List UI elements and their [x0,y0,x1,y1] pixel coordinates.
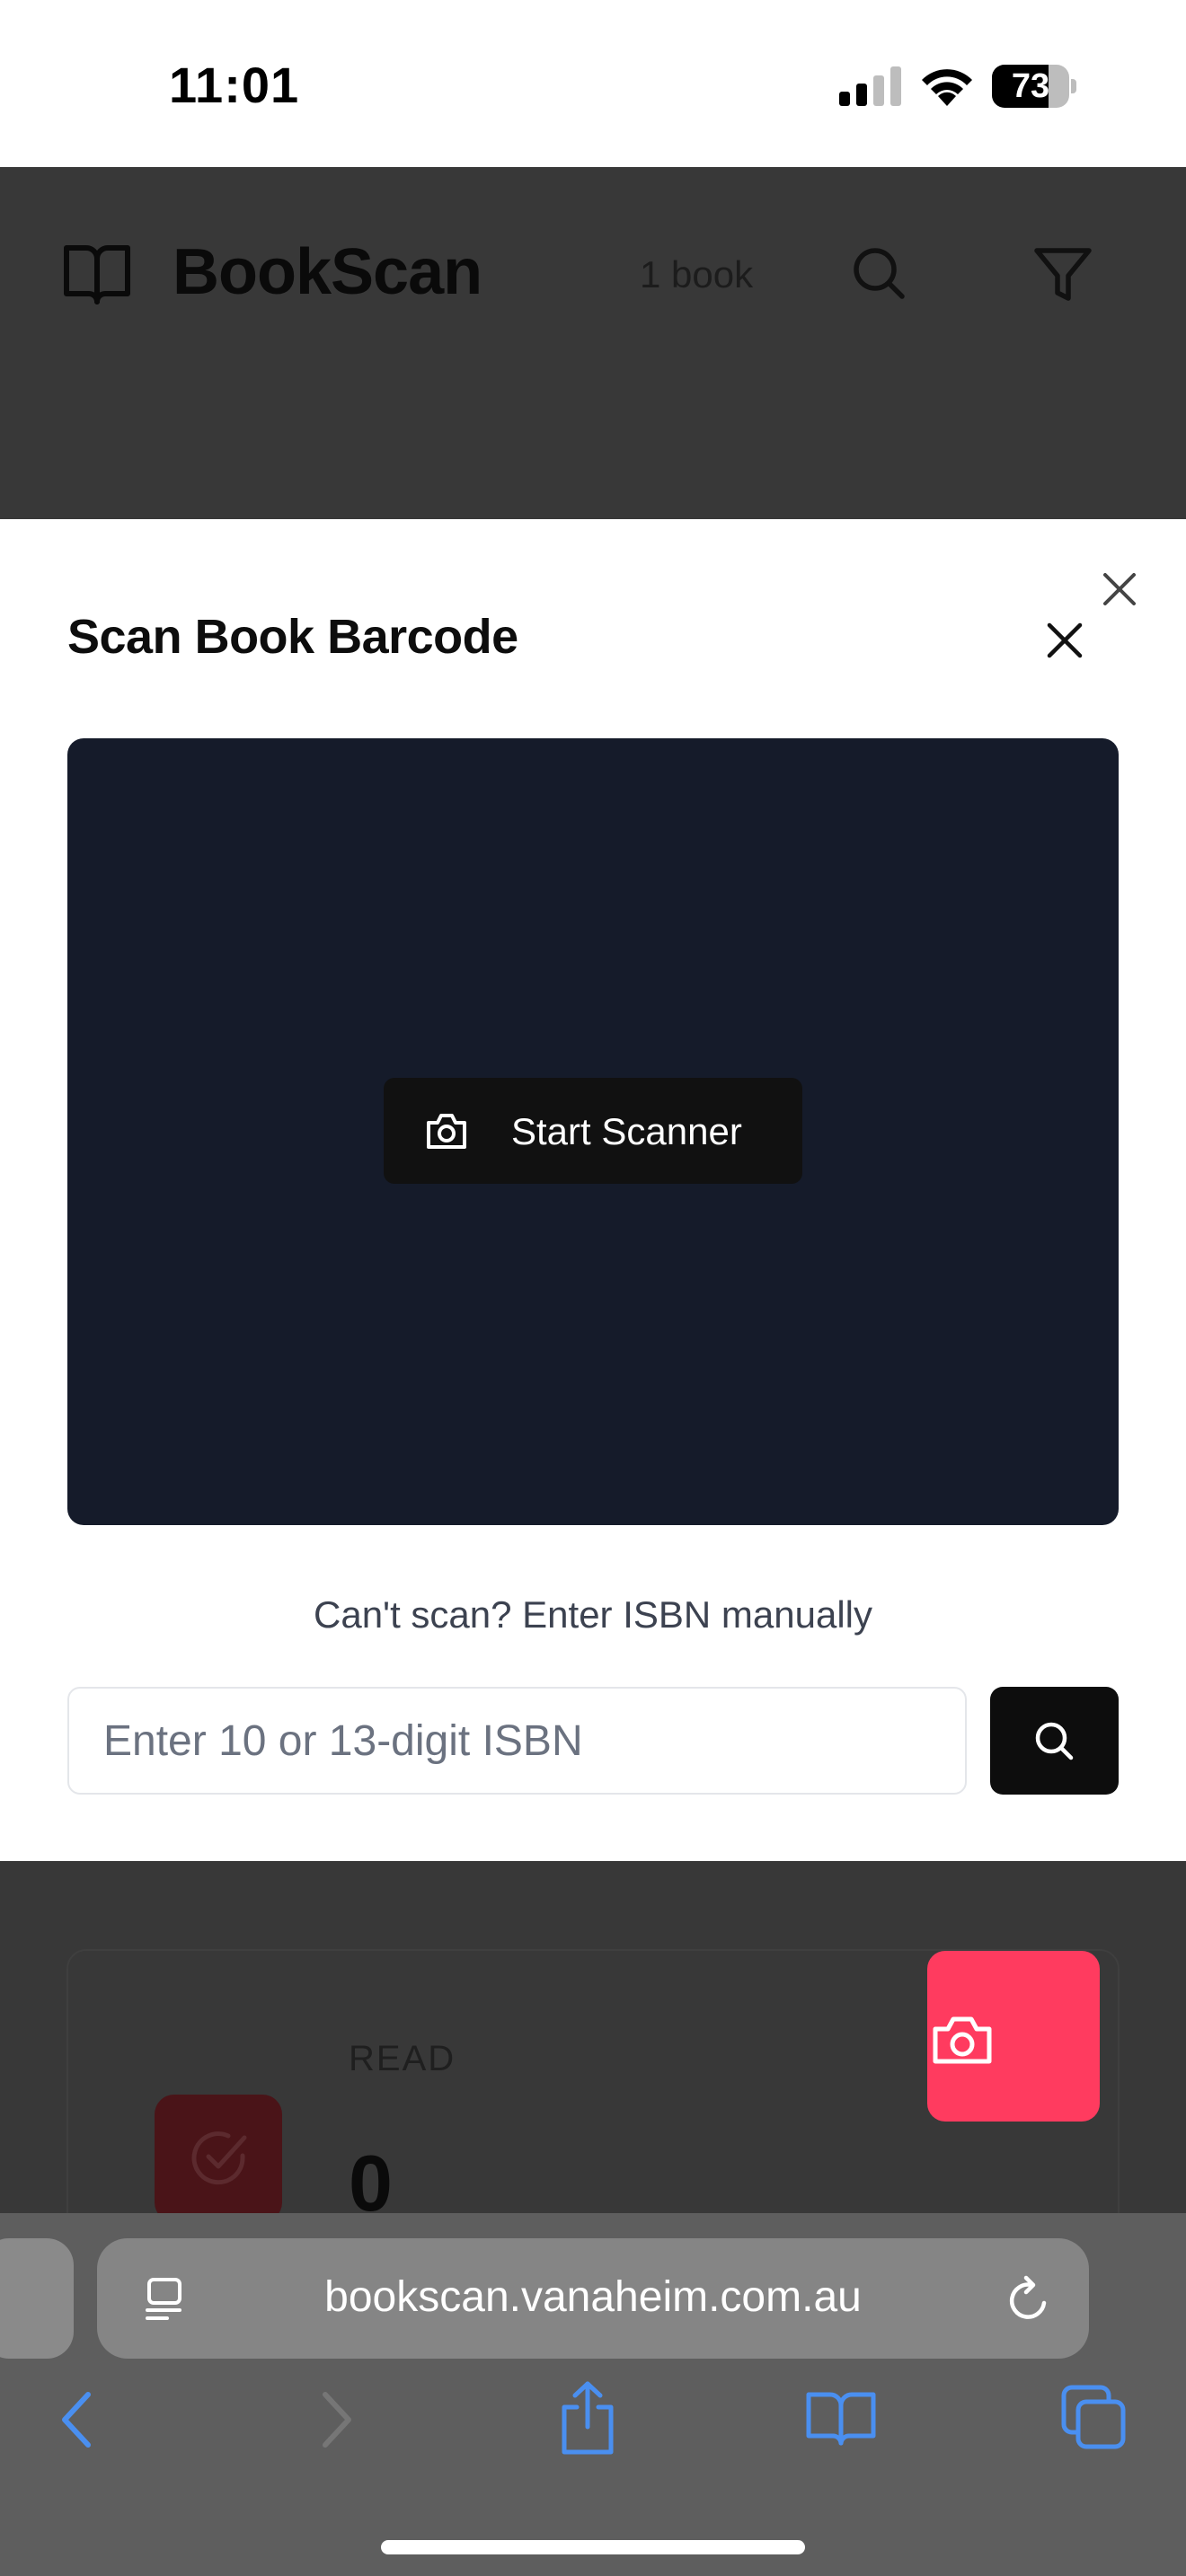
modal-title: Scan Book Barcode [67,610,518,664]
battery-body: 73 [992,65,1069,108]
url-text: bookscan.vanaheim.com.au [324,2273,862,2321]
battery-percent: 73 [1011,67,1050,105]
status-time: 11:01 [169,57,300,113]
battery-cap [1071,79,1076,93]
search-icon [1035,1722,1074,1760]
stat-read-icon-box [155,2095,282,2222]
browser-toolbar: bookscan.vanaheim.com.au [0,2213,1186,2576]
scan-modal: Scan Book Barcode Start Scanner Can't sc… [0,519,1186,1861]
address-bar[interactable]: bookscan.vanaheim.com.au [97,2238,1089,2359]
wifi-icon [922,69,972,106]
isbn-search-button[interactable] [990,1687,1119,1795]
check-circle-icon [191,2131,247,2185]
home-indicator [381,2540,805,2554]
stat-read-label: READ [349,2039,456,2078]
back-icon[interactable] [56,2387,99,2452]
start-scanner-label: Start Scanner [511,1110,742,1152]
close-icon[interactable] [1100,569,1139,609]
status-bar: 11:01 73 [0,0,1186,167]
book-open-icon [64,245,130,304]
previous-tab-peek[interactable] [0,2238,74,2359]
battery-icon: 73 [992,65,1076,108]
cellular-signal-icon [839,66,901,106]
search-icon[interactable] [850,244,907,302]
share-icon[interactable] [557,2380,618,2456]
start-scanner-button[interactable]: Start Scanner [384,1078,802,1184]
app-header [0,167,1186,519]
manual-entry-label: Can't scan? Enter ISBN manually [314,1593,872,1636]
reload-icon[interactable] [1005,2272,1055,2325]
camera-icon [933,2016,992,2064]
bookmarks-icon[interactable] [805,2389,877,2447]
isbn-input[interactable] [67,1687,967,1795]
scan-fab-button[interactable] [927,1951,1100,2122]
camera-icon [427,1114,466,1149]
close-icon[interactable] [1044,620,1085,661]
filter-icon[interactable] [1033,246,1093,304]
app-title: BookScan [173,236,482,308]
book-count: 1 book [640,253,754,296]
tabs-icon[interactable] [1060,2384,1127,2450]
forward-icon[interactable] [314,2387,358,2452]
scanner-viewport: Start Scanner [67,738,1119,1525]
